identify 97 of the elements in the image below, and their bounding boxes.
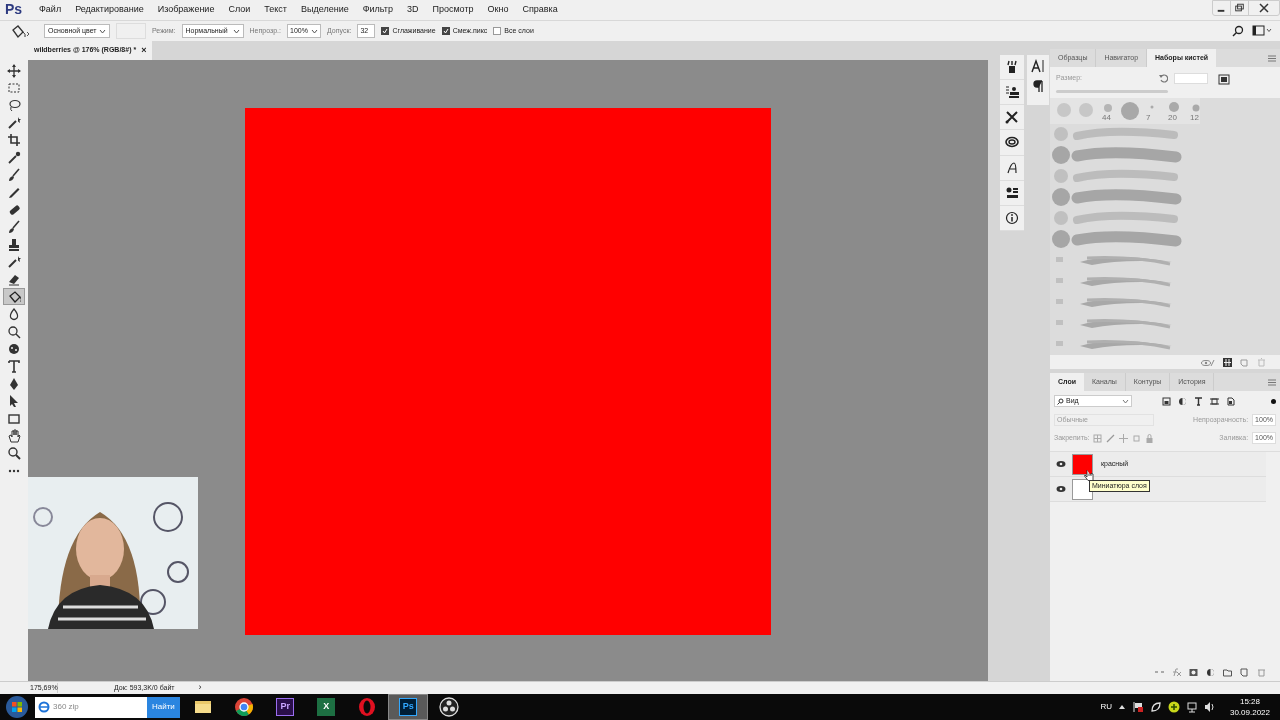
app-icon: Ps (399, 698, 418, 716)
paragraph-icon[interactable] (1031, 79, 1045, 93)
hand-icon (7, 428, 21, 443)
workspace-icon[interactable] (1252, 25, 1272, 37)
mask-icon[interactable] (1189, 667, 1198, 677)
network-icon[interactable] (1185, 701, 1198, 713)
pen-icon (7, 376, 21, 391)
brush-icon (7, 168, 21, 183)
start-button[interactable] (5, 695, 29, 719)
zoom-icon (7, 446, 21, 461)
search-icon (1057, 397, 1064, 405)
flag-icon[interactable] (1131, 701, 1144, 713)
new-layer-icon[interactable] (1240, 667, 1249, 677)
type-icon (7, 359, 21, 374)
eye-icon[interactable] (1056, 485, 1066, 493)
grid-icon[interactable] (1223, 357, 1232, 367)
tool-button[interactable] (3, 288, 25, 306)
info-icon[interactable] (1005, 210, 1019, 225)
menu-item[interactable]: Окно (480, 0, 516, 19)
pointer-icon (7, 394, 21, 409)
menu-item[interactable]: Редактирование (68, 0, 151, 19)
rectangle-icon (7, 411, 21, 426)
glyph-icon[interactable] (1005, 160, 1019, 175)
wand-icon (7, 115, 21, 130)
eye-brush-icon[interactable] (1201, 357, 1215, 367)
tab-close[interactable]: × (141, 43, 147, 58)
character-icon[interactable] (1031, 59, 1045, 73)
recorder-icon (437, 695, 462, 719)
stamp-icon[interactable] (1005, 85, 1019, 100)
hand-cursor-icon (1084, 469, 1094, 481)
menu-item[interactable]: Текст (257, 0, 294, 19)
field-value: 360 zip (53, 701, 79, 713)
taskbar-button[interactable]: Ps (388, 694, 429, 720)
language-indicator[interactable]: RU (1100, 701, 1112, 713)
plus-badge-icon[interactable] (1167, 701, 1180, 713)
size-field[interactable] (1174, 73, 1208, 84)
panel-menu-icon[interactable] (1268, 378, 1276, 386)
checkbox[interactable] (493, 27, 502, 35)
menu-item[interactable]: Файл (32, 0, 69, 19)
adjustment-filter-icon[interactable] (1178, 396, 1187, 406)
tools-icon[interactable] (1005, 110, 1019, 125)
menu-item[interactable]: Просмотр (425, 0, 481, 19)
brush-icon (7, 220, 21, 235)
crop-icon (7, 133, 21, 148)
eye-icon[interactable] (1056, 460, 1066, 468)
caret-icon (311, 28, 318, 34)
pencil-icon (7, 185, 21, 200)
menu-item[interactable]: Справка (515, 0, 565, 19)
caret-icon (232, 28, 240, 34)
app-icon: Pr (276, 698, 295, 716)
clock-date[interactable]: 30.09.2022 (1229, 707, 1270, 718)
menu-item[interactable]: Изображение (150, 0, 222, 19)
menu-item[interactable]: Выделение (293, 0, 356, 19)
leaf-icon[interactable] (1149, 701, 1162, 713)
filter-toggle[interactable] (1271, 398, 1276, 404)
type-filter-icon[interactable] (1194, 396, 1203, 406)
wand-icon (7, 255, 21, 269)
app-icon: X (317, 698, 336, 716)
menu-item[interactable]: 3D (399, 0, 426, 19)
brush-size: 12 (1190, 112, 1199, 125)
tray-arrow-icon[interactable] (1117, 704, 1126, 710)
menu-item[interactable]: Слои (221, 0, 258, 19)
shape-filter-icon[interactable] (1210, 396, 1219, 406)
brush-size: 20 (1168, 112, 1177, 125)
volume-icon[interactable] (1203, 701, 1216, 713)
caret-icon (1122, 398, 1129, 404)
eraser-icon (7, 272, 21, 287)
search-button[interactable]: Найти (147, 696, 180, 718)
app-logo: Ps (4, 0, 24, 19)
checkbox[interactable] (441, 27, 450, 35)
brush-size: 7 (1146, 112, 1151, 125)
move-icon (7, 63, 21, 78)
search-icon[interactable] (1232, 25, 1244, 37)
marquee-icon (7, 81, 21, 96)
stamp-icon (7, 237, 21, 252)
reset-icon[interactable] (1158, 73, 1168, 84)
menu-item[interactable]: Фильтр (355, 0, 400, 19)
search-field[interactable]: 360 zip (35, 696, 147, 718)
swatches-icon[interactable] (1005, 185, 1019, 200)
smart-object-filter-icon[interactable] (1226, 396, 1235, 406)
layer-row[interactable] (1050, 477, 1266, 502)
history-brush-icon[interactable] (1005, 60, 1019, 75)
eyedropper-icon (7, 150, 21, 165)
brush-size: 44 (1102, 112, 1111, 125)
image-filter-icon[interactable] (1162, 396, 1171, 406)
folder-icon[interactable] (1223, 667, 1232, 677)
clock-time[interactable]: 15:28 (1239, 696, 1260, 707)
checkbox[interactable] (381, 27, 390, 35)
adjustment-icon[interactable] (1206, 667, 1215, 677)
drop-icon (7, 307, 21, 322)
panel-menu-icon[interactable] (1268, 54, 1276, 62)
paint-bucket-icon (7, 289, 21, 304)
caret-icon (99, 28, 106, 34)
new-brush-folder-icon[interactable] (1218, 73, 1230, 85)
globe-icon (38, 701, 50, 713)
layer-thumbnail[interactable] (1072, 453, 1093, 475)
lasso-icon (7, 98, 21, 113)
